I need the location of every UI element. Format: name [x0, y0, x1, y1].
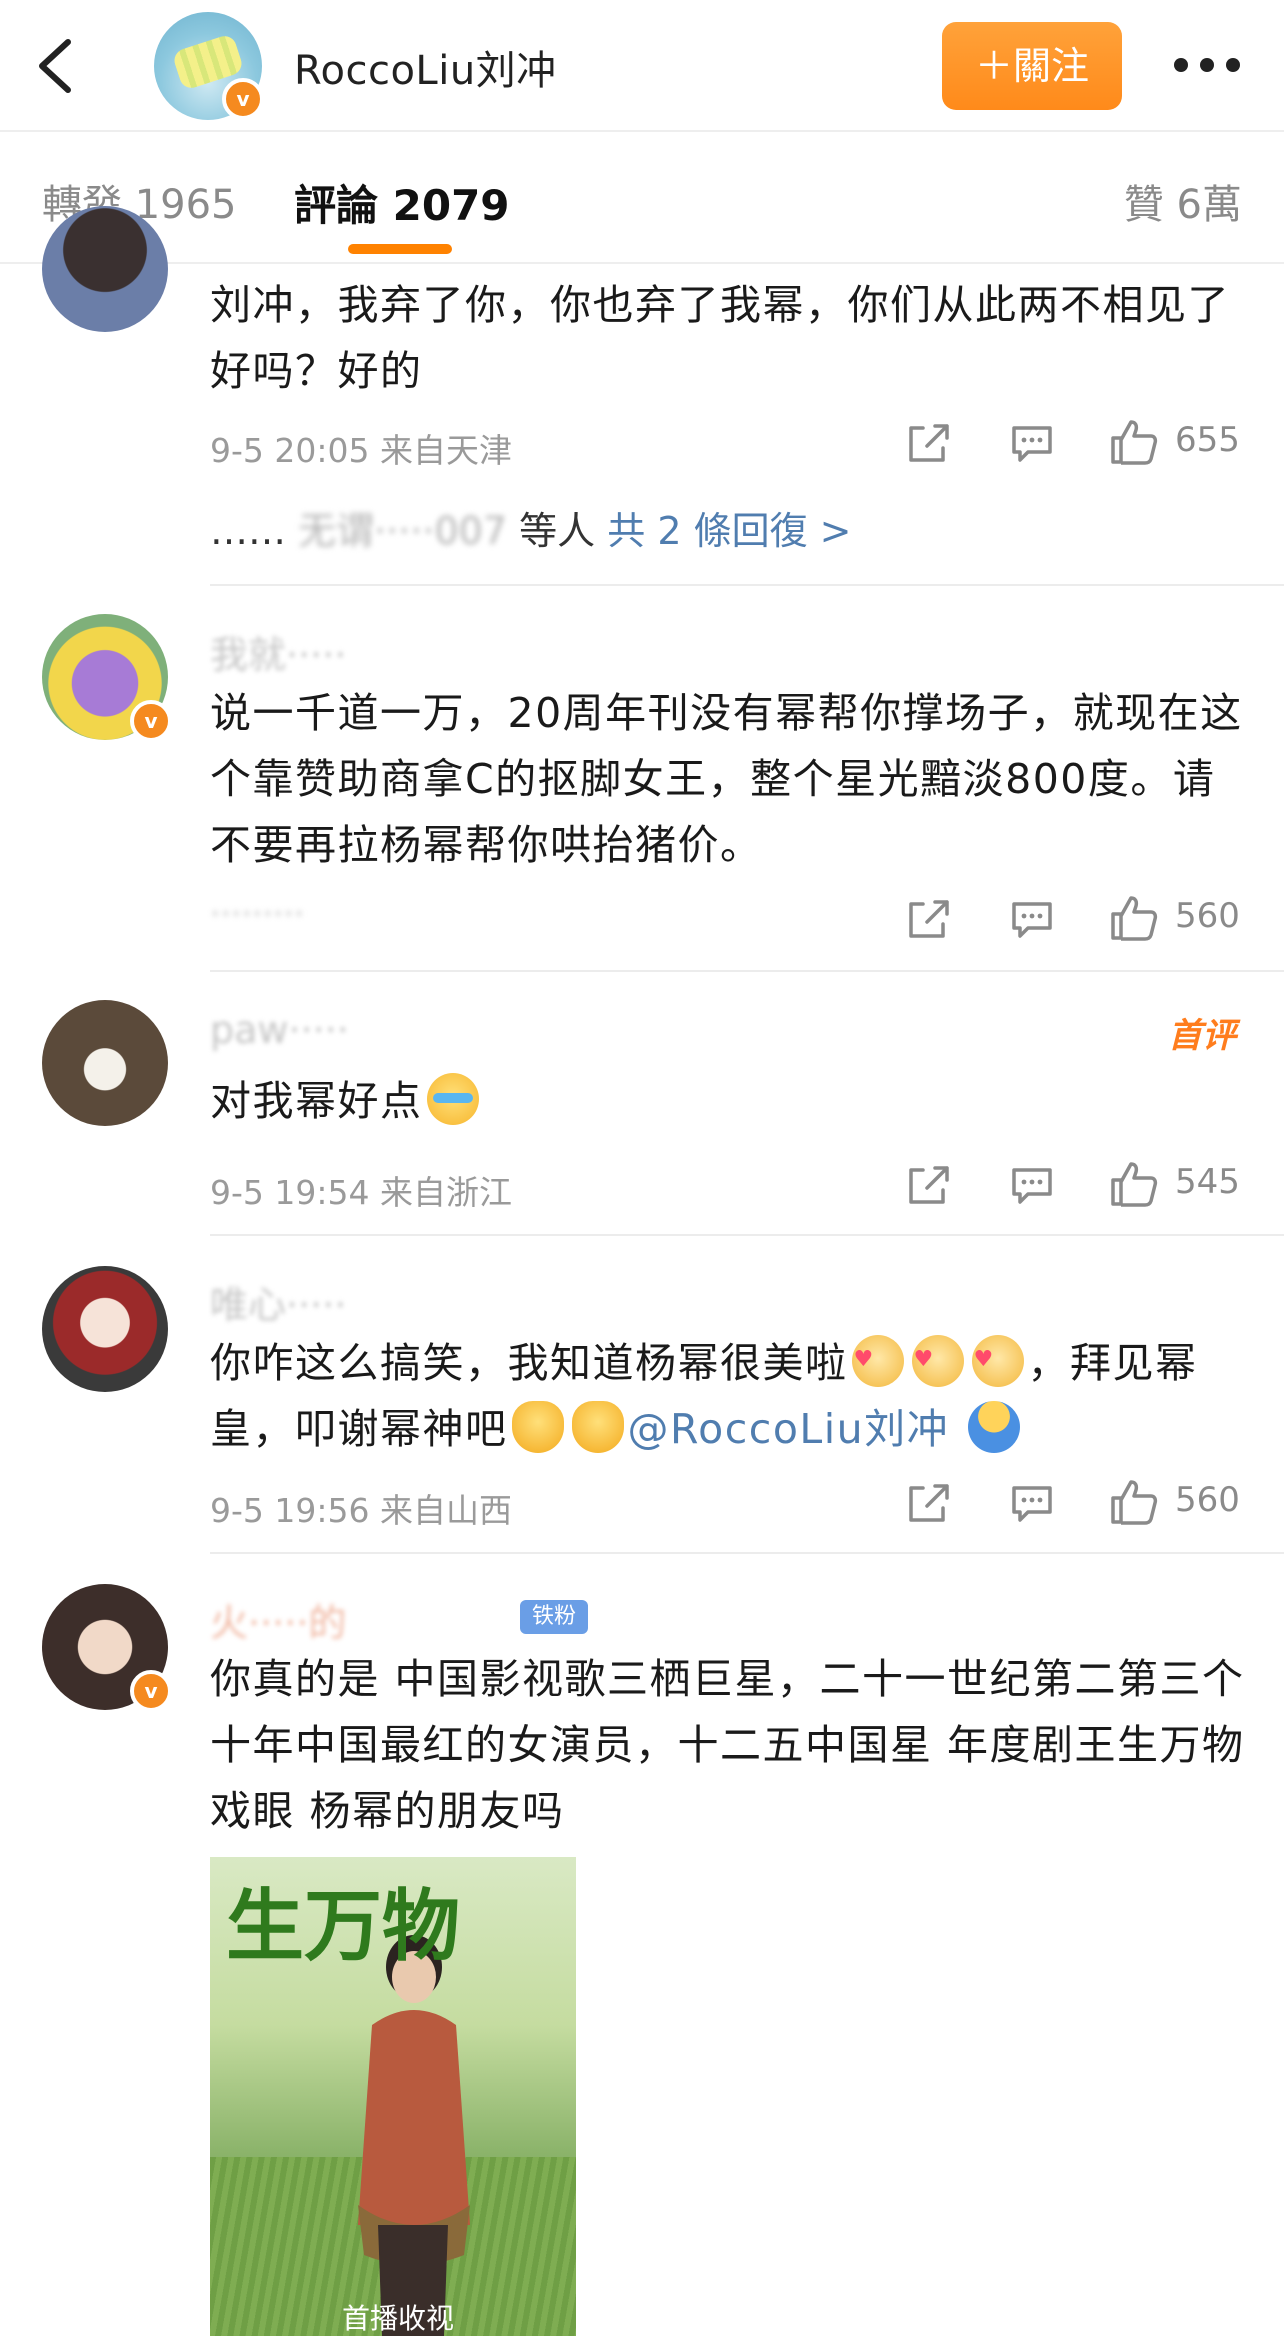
share-icon[interactable]: [905, 1164, 951, 1206]
comment-text: 刘冲，我弃了你，你也弃了我幂，你们从此两不相见了好吗？好的: [210, 281, 1230, 395]
comment-text: 你真的是 中国影视歌三栖巨星，二十一世纪第二第三个十年中国最红的女演员，十二五中…: [210, 1655, 1245, 1835]
laugh-cry-emoji-icon: [426, 1073, 479, 1125]
commenter-name[interactable]: paw·····: [210, 1008, 349, 1052]
heart-face-emoji-icon: [851, 1327, 904, 1393]
share-icon[interactable]: [905, 422, 951, 464]
like-count: 655: [1175, 420, 1240, 460]
divider: [210, 970, 1284, 972]
comment-text-body: 你咋这么搞笑，我知道杨幂很美啦: [210, 1339, 848, 1387]
commenter-avatar[interactable]: [42, 1266, 168, 1392]
view-replies-link[interactable]: 共 2 條回復 >: [607, 509, 851, 553]
comment-text-body: 对我幂好点: [210, 1077, 423, 1125]
reply-users: 无谓·····007: [298, 509, 508, 553]
hug-emoji-icon: [571, 1401, 624, 1453]
like-icon[interactable]: [1109, 1478, 1159, 1526]
like-icon[interactable]: [1109, 1160, 1159, 1208]
like-count: 560: [1175, 896, 1240, 936]
reply-icon[interactable]: [1010, 1166, 1054, 1206]
author-name[interactable]: RoccoLiu刘冲: [294, 38, 557, 96]
like-count: 545: [1175, 1162, 1240, 1202]
commenter-name[interactable]: 唯心·····: [210, 1274, 346, 1329]
heart-face-emoji-icon: [911, 1327, 964, 1393]
first-comment-badge: 首评: [1168, 1016, 1236, 1056]
heart-face-emoji-icon: [971, 1327, 1024, 1393]
tab-bar: 轉發 1965 評論 2079 贊 6萬: [0, 132, 1284, 264]
commenter-name[interactable]: 我就·····: [210, 624, 346, 679]
comment-meta: 9-5 19:54 来自浙江: [210, 1173, 512, 1212]
tab-likes[interactable]: 贊 6萬: [1124, 172, 1242, 230]
poster-caption: 首播收视: [342, 2302, 455, 2335]
divider: [210, 584, 1284, 586]
share-icon[interactable]: [905, 898, 951, 940]
comment-meta: 9-5 19:56 来自山西: [210, 1491, 512, 1530]
reply-suffix: 等人: [519, 509, 596, 553]
like-icon[interactable]: [1109, 894, 1159, 942]
comment-meta: 9-5 20:05 来自天津: [210, 431, 512, 470]
reply-icon[interactable]: [1010, 424, 1054, 464]
commenter-avatar[interactable]: [42, 206, 168, 332]
verified-icon: v: [222, 78, 264, 120]
like-count: 560: [1175, 1480, 1240, 1520]
poster-title: 生万物: [226, 1881, 461, 1972]
comment-text: 说一千道一万，20周年刊没有幂帮你撑场子，就现在这个靠赞助商拿C的抠脚女王，整个…: [210, 689, 1243, 869]
top-bar: v RoccoLiu刘冲 ＋關注: [0, 0, 1284, 132]
mention-link[interactable]: @RoccoLiu刘冲: [628, 1405, 950, 1453]
comment-actions: 655: [905, 418, 1245, 468]
tab-comments[interactable]: 評論 2079: [294, 172, 510, 233]
share-icon[interactable]: [905, 1482, 951, 1524]
hug-emoji-icon: [511, 1401, 564, 1453]
reply-icon[interactable]: [1010, 900, 1054, 940]
commenter-name[interactable]: 火·····的: [210, 1592, 346, 1647]
comment-text: 对我幂好点: [210, 1068, 1250, 1134]
tab-active-indicator: [348, 244, 452, 254]
comment-image[interactable]: 生万物 首播收视: [210, 1857, 576, 2336]
comment-meta: ·········: [210, 894, 305, 933]
commenter-avatar[interactable]: [42, 1000, 168, 1126]
like-icon[interactable]: [1109, 418, 1159, 466]
more-icon[interactable]: [1172, 54, 1242, 76]
fan-badge: 铁粉: [520, 1600, 589, 1634]
reply-prefix: ……: [210, 509, 286, 553]
comment-actions: 560: [905, 1478, 1245, 1528]
comment-actions: 560: [905, 894, 1245, 944]
comment-actions: 545: [905, 1160, 1245, 1210]
verified-icon: v: [130, 1670, 172, 1712]
divider: [210, 1552, 1284, 1554]
comment-text: 你咋这么搞笑，我知道杨幂很美啦，拜见幂皇，叩谢幂神吧@RoccoLiu刘冲: [210, 1327, 1250, 1462]
verified-icon: v: [130, 700, 172, 742]
reply-icon[interactable]: [1010, 1484, 1054, 1524]
back-icon[interactable]: [30, 36, 82, 96]
divider: [210, 1234, 1284, 1236]
hug-emoji-icon: [967, 1401, 1020, 1453]
poster-figure: [358, 1935, 470, 2336]
follow-button[interactable]: ＋關注: [942, 22, 1122, 110]
reply-summary[interactable]: …… 无谓·····007 等人 共 2 條回復 >: [210, 500, 852, 555]
